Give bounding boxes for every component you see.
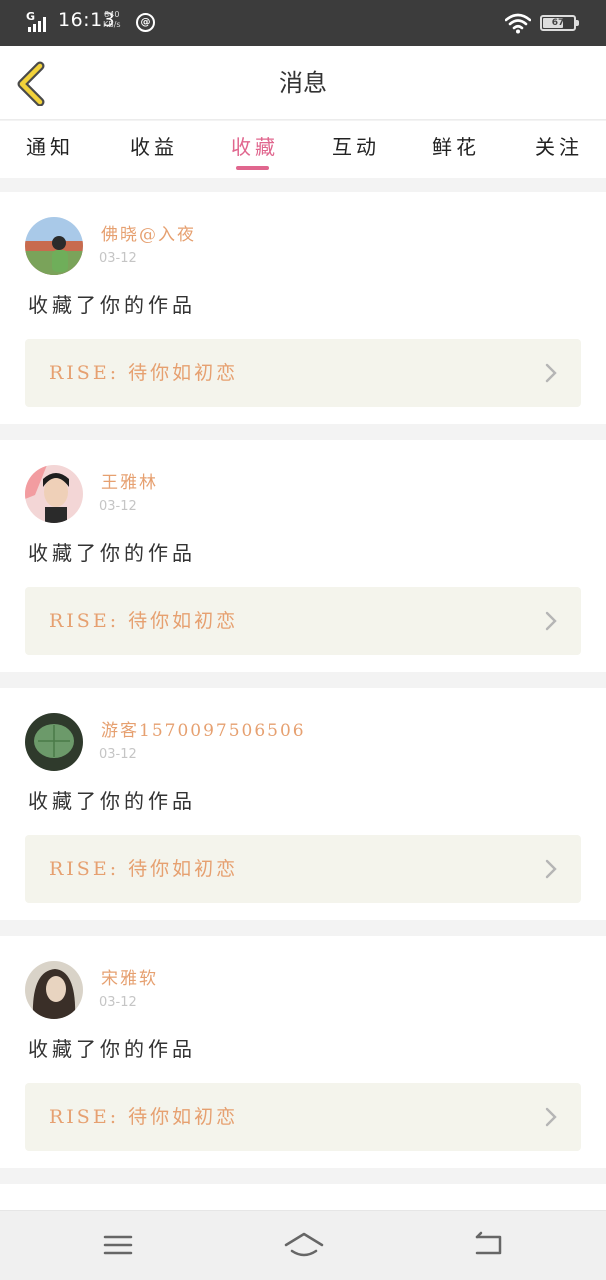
tab-interactions[interactable]: 互动 xyxy=(332,131,380,160)
message-action: 收藏了你的作品 xyxy=(28,541,196,565)
speed-value: 840 xyxy=(104,10,120,19)
user-name[interactable]: 宋雅软 xyxy=(101,964,158,989)
work-link[interactable]: RISE: 待你如初恋 xyxy=(25,835,581,903)
work-link[interactable]: RISE: 待你如初恋 xyxy=(25,339,581,407)
tab-following[interactable]: 关注 xyxy=(535,131,583,160)
signal-icon: G xyxy=(26,10,46,32)
page-title: 消息 xyxy=(279,69,327,97)
avatar[interactable] xyxy=(25,713,83,771)
message-date: 03-12 xyxy=(99,499,137,514)
avatar[interactable] xyxy=(25,217,83,275)
active-tab-indicator xyxy=(236,166,269,170)
speed-unit: KB/s xyxy=(103,20,121,29)
avatar[interactable] xyxy=(25,465,83,523)
message-action: 收藏了你的作品 xyxy=(28,293,196,317)
user-name[interactable]: 王雅林 xyxy=(101,468,158,493)
avatar[interactable] xyxy=(25,961,83,1019)
notification-icon: @ xyxy=(136,13,155,32)
message-card: 宋雅软 03-12 收藏了你的作品 RISE: 待你如初恋 xyxy=(0,936,606,1168)
back-icon[interactable] xyxy=(472,1229,504,1261)
message-date: 03-12 xyxy=(99,995,137,1010)
menu-icon[interactable] xyxy=(102,1229,134,1261)
tab-bar: 通知 收益 收藏 互动 鲜花 关注 xyxy=(0,121,606,178)
svg-text:G: G xyxy=(26,10,35,23)
user-name[interactable]: 游客15700975065​06 xyxy=(101,716,306,741)
message-action: 收藏了你的作品 xyxy=(28,789,196,813)
battery-level: 67 xyxy=(551,18,565,28)
battery-icon: 67 xyxy=(540,15,576,31)
battery-cap xyxy=(576,20,579,26)
status-bar: G 16:13 840 KB/s @ 67 xyxy=(0,0,606,46)
work-title: RISE: 待你如初恋 xyxy=(49,610,239,632)
tab-favorites[interactable]: 收藏 xyxy=(231,131,279,160)
tab-earnings[interactable]: 收益 xyxy=(130,131,178,160)
home-icon[interactable] xyxy=(283,1229,325,1261)
chevron-right-icon xyxy=(545,859,557,879)
work-title: RISE: 待你如初恋 xyxy=(49,858,239,880)
tab-flowers[interactable]: 鲜花 xyxy=(432,131,480,160)
message-card: 游客15700975065​06 03-12 收藏了你的作品 RISE: 待你如… xyxy=(0,688,606,920)
message-card: 王雅林 03-12 收藏了你的作品 RISE: 待你如初恋 xyxy=(0,440,606,672)
message-date: 03-12 xyxy=(99,251,137,266)
message-card: 佛晓@入夜 03-12 收藏了你的作品 RISE: 待你如初恋 xyxy=(0,192,606,424)
work-link[interactable]: RISE: 待你如初恋 xyxy=(25,587,581,655)
title-bar: 消息 xyxy=(0,46,606,120)
chevron-right-icon xyxy=(545,1107,557,1127)
network-speed: 840 KB/s xyxy=(103,10,121,30)
wifi-icon xyxy=(505,13,531,34)
work-title: RISE: 待你如初恋 xyxy=(49,362,239,384)
work-title: RISE: 待你如初恋 xyxy=(49,1106,239,1128)
tab-notifications[interactable]: 通知 xyxy=(26,131,74,160)
message-action: 收藏了你的作品 xyxy=(28,1037,196,1061)
message-date: 03-12 xyxy=(99,747,137,762)
chevron-right-icon xyxy=(545,611,557,631)
chevron-right-icon xyxy=(545,363,557,383)
work-link[interactable]: RISE: 待你如初恋 xyxy=(25,1083,581,1151)
system-nav-bar xyxy=(0,1210,606,1280)
user-name[interactable]: 佛晓@入夜 xyxy=(101,220,196,245)
